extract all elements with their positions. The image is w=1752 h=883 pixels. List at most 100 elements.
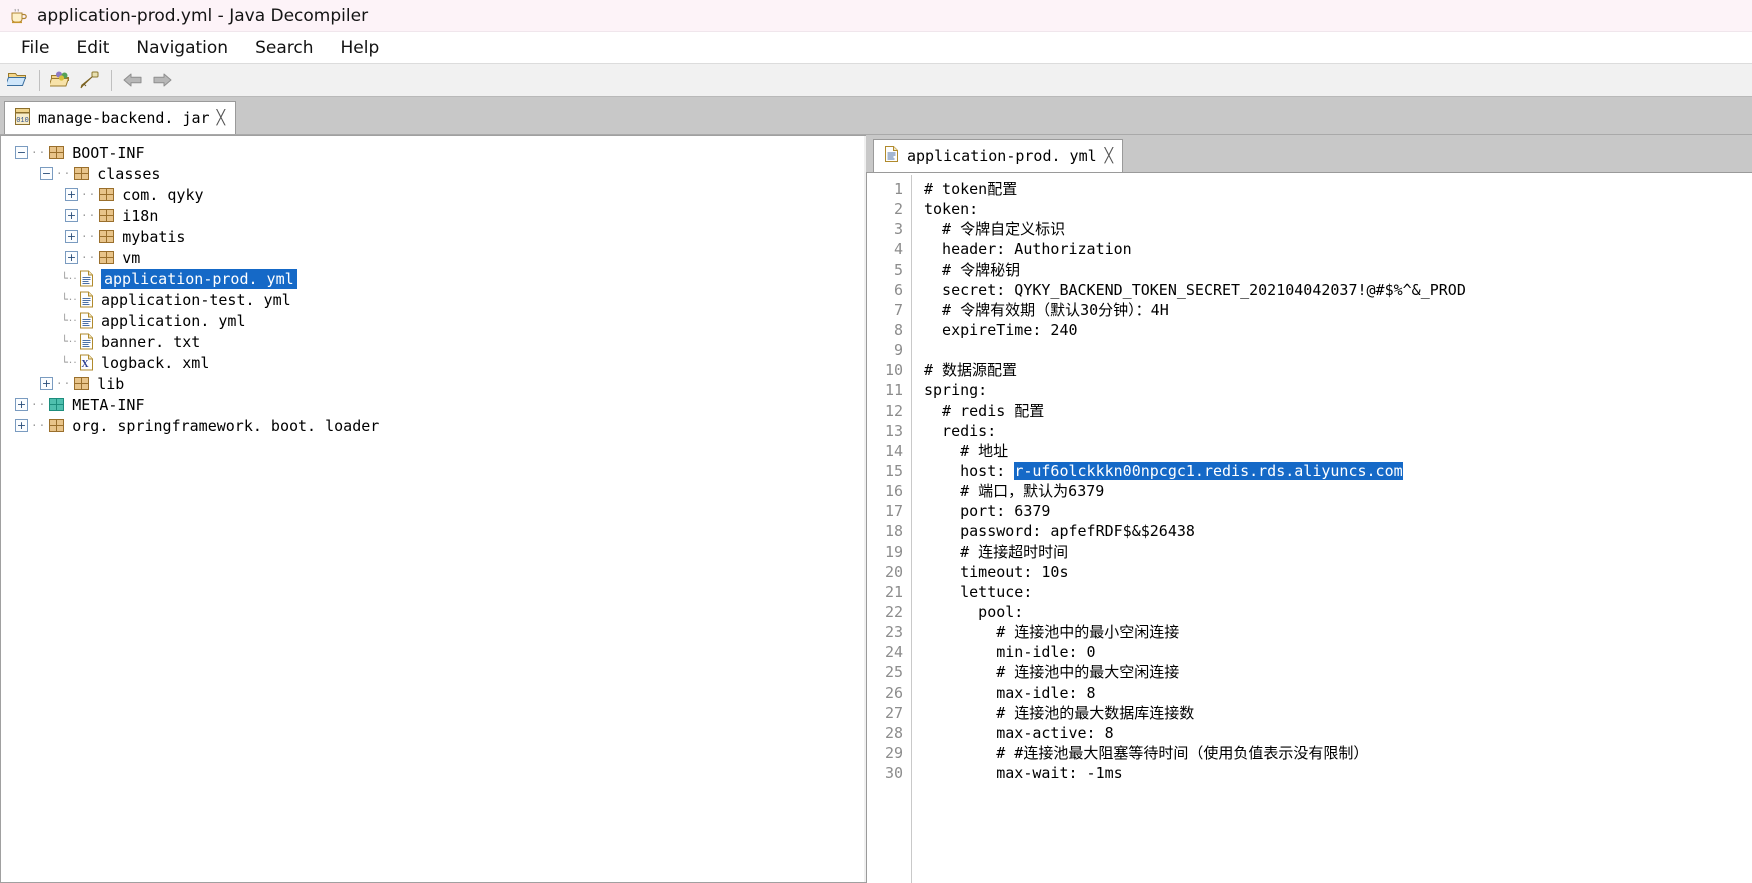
code-line[interactable]: expireTime: 240 <box>924 320 1752 340</box>
editor-tab-strip: application-prod. yml ╳ <box>866 135 1752 172</box>
tree-node-boot-inf[interactable]: − ·· BOOT-INF <box>9 142 866 163</box>
tree-node-application-prod-yml[interactable]: └‧‧ application-prod. yml <box>9 268 866 289</box>
code-line-text: timeout: 10s <box>924 562 1069 581</box>
back-arrow-icon[interactable] <box>120 67 146 93</box>
code-line-text: header: Authorization <box>924 240 1132 259</box>
code-line[interactable]: # 端口，默认为6379 <box>924 481 1752 501</box>
package-folder-icon <box>98 187 115 202</box>
close-icon[interactable]: ╳ <box>1105 148 1114 164</box>
code-line-text: # 端口，默认为6379 <box>924 482 1105 501</box>
code-line[interactable]: header: Authorization <box>924 239 1752 259</box>
code-line[interactable]: # 连接池中的最小空闲连接 <box>924 622 1752 642</box>
code-line[interactable]: max-idle: 8 <box>924 683 1752 703</box>
code-line[interactable]: # #连接池最大阻塞等待时间（使用负值表示没有限制） <box>924 743 1752 763</box>
tree-toggle-minus-icon[interactable]: − <box>40 167 53 180</box>
menu-navigation[interactable]: Navigation <box>125 36 239 60</box>
line-number: 3 <box>893 220 903 239</box>
tree-toggle-plus-icon[interactable]: + <box>40 377 53 390</box>
tree-toggle-plus-icon[interactable]: + <box>65 209 78 222</box>
text-file-icon <box>79 291 94 308</box>
code-line[interactable]: spring: <box>924 380 1752 400</box>
forward-arrow-icon[interactable] <box>149 67 175 93</box>
code-line[interactable]: token: <box>924 199 1752 219</box>
code-line[interactable]: port: 6379 <box>924 501 1752 521</box>
text-file-icon <box>884 145 899 167</box>
code-line[interactable]: # 地址 <box>924 441 1752 461</box>
line-number: 25 <box>884 663 903 682</box>
tree-branch-line: └‧‧ <box>61 293 78 306</box>
code-content[interactable]: # token配置 token: # 令牌自定义标识 header: Author… <box>912 173 1752 883</box>
line-number: 2 <box>893 200 903 219</box>
tree-node-label: lib <box>97 374 125 393</box>
code-line[interactable]: # 令牌自定义标识 <box>924 219 1752 239</box>
tree-node-i18n[interactable]: + ·· i18n <box>9 205 866 226</box>
code-line[interactable]: # 令牌有效期（默认30分钟）：4H <box>924 300 1752 320</box>
tree-toggle-plus-icon[interactable]: + <box>65 251 78 264</box>
code-line[interactable]: # 数据源配置 <box>924 360 1752 380</box>
jar-tab-label: manage-backend. jar <box>38 109 210 127</box>
code-line[interactable]: # 连接超时时间 <box>924 542 1752 562</box>
code-line[interactable]: # redis 配置 <box>924 401 1752 421</box>
code-line-text: max-active: 8 <box>924 723 1114 742</box>
tree-node-application-test-yml[interactable]: └‧‧ application-test. yml <box>9 289 866 310</box>
code-line[interactable]: redis: <box>924 421 1752 441</box>
code-line-text: redis: <box>924 421 997 440</box>
tree-toggle-minus-icon[interactable]: − <box>15 146 28 159</box>
menu-search[interactable]: Search <box>244 36 324 60</box>
code-line[interactable]: secret: QYKY_BACKEND_TOKEN_SECRET_202104… <box>924 280 1752 300</box>
open-type-icon[interactable] <box>48 67 74 93</box>
selected-text-highlight[interactable]: r-uf6olckkkn00npcgc1.redis.rds.aliyuncs.… <box>1014 461 1403 480</box>
tree-connector: ·· <box>31 146 47 159</box>
open-type-hierarchy-icon[interactable] <box>77 67 103 93</box>
code-line[interactable]: lettuce: <box>924 582 1752 602</box>
tree-node-vm[interactable]: + ·· vm <box>9 247 866 268</box>
tree-toggle-plus-icon[interactable]: + <box>15 398 28 411</box>
tree-connector: ·· <box>56 377 72 390</box>
menu-edit[interactable]: Edit <box>65 36 120 60</box>
package-tree[interactable]: − ·· BOOT-INF − ·· classes + ·· com. qyky + ·· i18n… <box>1 136 866 436</box>
code-line[interactable]: # 令牌秘钥 <box>924 260 1752 280</box>
open-file-icon[interactable] <box>5 67 31 93</box>
line-number: 8 <box>893 320 903 339</box>
tree-node-classes[interactable]: − ·· classes <box>9 163 866 184</box>
code-line[interactable]: timeout: 10s <box>924 562 1752 582</box>
tree-toggle-plus-icon[interactable]: + <box>15 419 28 432</box>
line-number: 24 <box>884 643 903 662</box>
tree-scrollbar[interactable] <box>864 136 866 882</box>
code-line[interactable]: pool: <box>924 602 1752 622</box>
tree-toggle-plus-icon[interactable]: + <box>65 230 78 243</box>
jar-tab-manage-backend[interactable]: 010 manage-backend. jar ╳ <box>4 101 237 134</box>
code-line[interactable]: # token配置 <box>924 179 1752 199</box>
tree-node-meta-inf[interactable]: + ·· META-INF <box>9 394 866 415</box>
tree-node-org-springframework-boot-loader[interactable]: + ·· org. springframework. boot. loader <box>9 415 866 436</box>
code-line[interactable]: host: r-uf6olckkkn00npcgc1.redis.rds.ali… <box>924 461 1752 481</box>
tree-node-application-yml[interactable]: └‧‧ application. yml <box>9 310 866 331</box>
editor-tab-application-prod[interactable]: application-prod. yml ╳ <box>873 139 1124 172</box>
tree-node-label: logback. xml <box>101 353 210 372</box>
code-line[interactable] <box>924 340 1752 360</box>
tree-node-label: mybatis <box>122 227 186 246</box>
tree-node-lib[interactable]: + ·· lib <box>9 373 866 394</box>
tree-node-label: i18n <box>122 206 159 225</box>
code-line-text: # token配置 <box>924 180 1018 198</box>
menu-help[interactable]: Help <box>329 36 390 60</box>
code-line[interactable]: # 连接池中的最大空闲连接 <box>924 662 1752 682</box>
tree-node-logback-xml[interactable]: └‧‧ Xlogback. xml <box>9 352 866 373</box>
code-line[interactable]: max-active: 8 <box>924 723 1752 743</box>
code-editor[interactable]: 1 2 3 4 5 6 7 8 9 10 11 12 13 14 15 16 17 18 19 20 21 22 23 24 2… <box>866 172 1752 883</box>
tree-node-banner-txt[interactable]: └‧‧ banner. txt <box>9 331 866 352</box>
tree-leaf-connector: └‧‧ <box>61 294 77 305</box>
close-icon[interactable]: ╳ <box>217 110 226 126</box>
line-number: 23 <box>884 623 903 642</box>
tree-toggle-plus-icon[interactable]: + <box>65 188 78 201</box>
line-number: 30 <box>884 764 903 783</box>
tree-node-com-qyky[interactable]: + ·· com. qyky <box>9 184 866 205</box>
code-line[interactable]: # 连接池的最大数据库连接数 <box>924 703 1752 723</box>
code-line[interactable]: min-idle: 0 <box>924 642 1752 662</box>
code-line[interactable]: max-wait: -1ms <box>924 763 1752 783</box>
line-number: 4 <box>893 240 903 259</box>
code-line[interactable]: password: apfefRDF$&$26438 <box>924 521 1752 541</box>
menu-file[interactable]: File <box>10 36 60 60</box>
tree-node-mybatis[interactable]: + ·· mybatis <box>9 226 866 247</box>
tree-node-label: vm <box>122 248 141 267</box>
